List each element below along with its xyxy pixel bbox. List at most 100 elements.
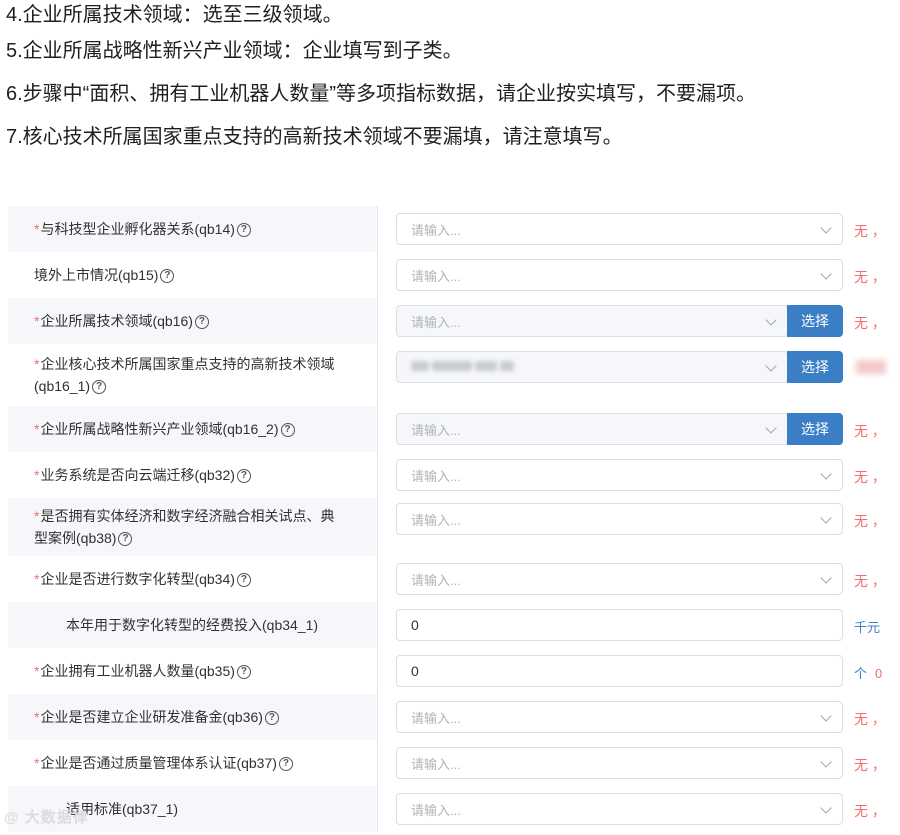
chevron-down-icon (820, 268, 832, 280)
help-icon[interactable]: ? (194, 315, 209, 330)
field-label: *是否拥有实体经济和数字经济融合相关试点、典 型案例(qb38)? (8, 498, 378, 556)
qb34-select[interactable]: 请输入... (396, 563, 843, 595)
row-note: 无 ， (854, 223, 886, 239)
label-text: 企业拥有工业机器人数量(qb35) (40, 663, 235, 679)
field-label: *企业是否进行数字化转型(qb34)? (8, 556, 378, 602)
chevron-down-icon (820, 802, 832, 814)
help-icon[interactable]: ? (118, 532, 133, 547)
row-note: 无 ， (854, 573, 886, 589)
field-label: *企业所属战略性新兴产业领域(qb16_2)? (8, 406, 378, 452)
required-mark: * (34, 755, 40, 771)
form-panel: *与科技型企业孵化器关系(qb14)? 请输入... 无 ， 境外上市情况(qb… (8, 200, 892, 835)
instruction-6: 6.步骤中“面积、拥有工业机器人数量”等多项指标数据，请企业按实填写，不要漏项。 (6, 83, 756, 105)
help-icon[interactable]: ? (236, 573, 251, 588)
qb15-select[interactable]: 请输入... (396, 259, 843, 291)
qb14-select[interactable]: 请输入... (396, 213, 843, 245)
form-row-qb16-2: *企业所属战略性新兴产业领域(qb16_2)? 请输入... 选择 无 ， (8, 406, 892, 452)
field-label: *企业是否建立企业研发准备金(qb36)? (8, 694, 378, 740)
unit-text: 个 (854, 666, 868, 681)
label-text: 企业是否通过质量管理体系认证(qb37) (40, 755, 277, 771)
form-row-qb14: *与科技型企业孵化器关系(qb14)? 请输入... 无 ， (8, 206, 892, 252)
required-mark: * (34, 663, 40, 679)
help-icon[interactable]: ? (278, 757, 293, 772)
label-text: 与科技型企业孵化器关系(qb14) (40, 221, 235, 237)
watermark-logo-icon: @ (4, 809, 25, 826)
field-label: *业务系统是否向云端迁移(qb32)? (8, 452, 378, 498)
placeholder: 请输入... (411, 268, 461, 284)
instruction-7: 7.核心技术所属国家重点支持的高新技术领域不要漏填，请注意填写。 (6, 126, 623, 148)
label-text-2: 型案例(qb38) (34, 530, 117, 546)
qb16-select[interactable]: 请输入... (396, 305, 788, 337)
required-mark: * (34, 421, 40, 437)
watermark: @ 大数据律 (4, 806, 89, 827)
instruction-4: 4.企业所属技术领域：选至三级领域。 (6, 4, 343, 26)
label-text: 企业是否进行数字化转型(qb34) (40, 571, 235, 587)
field-label: *与科技型企业孵化器关系(qb14)? (8, 206, 378, 252)
required-mark: * (34, 571, 40, 587)
form-row-qb16: *企业所属技术领域(qb16)? 请输入... 选择 无 ， (8, 298, 892, 344)
field-label: *企业是否通过质量管理体系认证(qb37)? (8, 740, 378, 786)
form-row-qb34-1: 本年用于数字化转型的经费投入(qb34_1) 0 千元 (8, 602, 892, 648)
placeholder: 请输入... (411, 422, 461, 438)
placeholder: 请输入... (411, 468, 461, 484)
help-icon[interactable]: ? (264, 711, 279, 726)
placeholder: 请输入... (411, 222, 461, 238)
instructions: 4.企业所属技术领域：选至三级领域。 5.企业所属战略性新兴产业领域：企业填写到… (6, 0, 896, 159)
help-icon[interactable]: ? (280, 423, 295, 438)
qb16-2-select[interactable]: 请输入... (396, 413, 788, 445)
label-text: 企业核心技术所属国家重点支持的高新技术领域 (40, 356, 335, 372)
form-row-qb32: *业务系统是否向云端迁移(qb32)? 请输入... 无 ， (8, 452, 892, 498)
row-note: 无 ， (854, 757, 886, 773)
label-text: 业务系统是否向云端迁移(qb32) (40, 467, 235, 483)
label-text: 企业是否建立企业研发准备金(qb36) (40, 709, 263, 725)
help-icon[interactable]: ? (160, 269, 175, 284)
form-row-qb36: *企业是否建立企业研发准备金(qb36)? 请输入... 无 ， (8, 694, 892, 740)
form-row-qb34: *企业是否进行数字化转型(qb34)? 请输入... 无 ， (8, 556, 892, 602)
field-label: 本年用于数字化转型的经费投入(qb34_1) (8, 602, 378, 648)
blurred-note (856, 360, 886, 374)
chevron-down-icon (820, 222, 832, 234)
row-note: 无 ， (854, 513, 886, 529)
qb34-1-input[interactable]: 0 (396, 609, 843, 641)
select-button[interactable]: 选择 (787, 351, 843, 383)
field-label: *企业所属技术领域(qb16)? (8, 298, 378, 344)
row-note: 无 ， (854, 423, 886, 439)
chevron-down-icon (765, 360, 777, 372)
required-mark: * (34, 221, 40, 237)
chevron-down-icon (820, 710, 832, 722)
field-label: *企业核心技术所属国家重点支持的高新技术领域 (qb16_1)? (8, 344, 378, 406)
form-row-qb37-1: 适用标准(qb37_1) 请输入... 无 ， (8, 786, 892, 832)
qb37-1-select[interactable]: 请输入... (396, 793, 843, 825)
form-row-qb16-1: *企业核心技术所属国家重点支持的高新技术领域 (qb16_1)? 选择 (8, 344, 892, 406)
qb35-input[interactable]: 0 (396, 655, 843, 687)
qb38-select[interactable]: 请输入... (396, 503, 843, 535)
qb16-1-select[interactable] (396, 351, 788, 383)
label-text-2: (qb16_1) (34, 378, 91, 394)
unit-extra: 0 (875, 666, 883, 681)
chevron-down-icon (820, 468, 832, 480)
qb37-select[interactable]: 请输入... (396, 747, 843, 779)
placeholder: 请输入... (411, 314, 461, 330)
required-mark: * (34, 313, 40, 329)
required-mark: * (34, 356, 40, 372)
watermark-text: 大数据律 (24, 809, 89, 826)
chevron-down-icon (765, 422, 777, 434)
help-icon[interactable]: ? (236, 223, 251, 238)
select-button[interactable]: 选择 (787, 305, 843, 337)
qb36-select[interactable]: 请输入... (396, 701, 843, 733)
chevron-down-icon (820, 756, 832, 768)
form-row-qb37: *企业是否通过质量管理体系认证(qb37)? 请输入... 无 ， (8, 740, 892, 786)
help-icon[interactable]: ? (92, 380, 107, 395)
unit-label: 个0 (854, 663, 882, 682)
label-text: 企业所属技术领域(qb16) (40, 313, 193, 329)
label-text: 是否拥有实体经济和数字经济融合相关试点、典 (40, 508, 335, 524)
help-icon[interactable]: ? (236, 469, 251, 484)
chevron-down-icon (765, 314, 777, 326)
chevron-down-icon (820, 512, 832, 524)
qb32-select[interactable]: 请输入... (396, 459, 843, 491)
select-button[interactable]: 选择 (787, 413, 843, 445)
required-mark: * (34, 709, 40, 725)
placeholder: 请输入... (411, 710, 461, 726)
unit-label: 千元 (854, 620, 881, 635)
help-icon[interactable]: ? (236, 665, 251, 680)
